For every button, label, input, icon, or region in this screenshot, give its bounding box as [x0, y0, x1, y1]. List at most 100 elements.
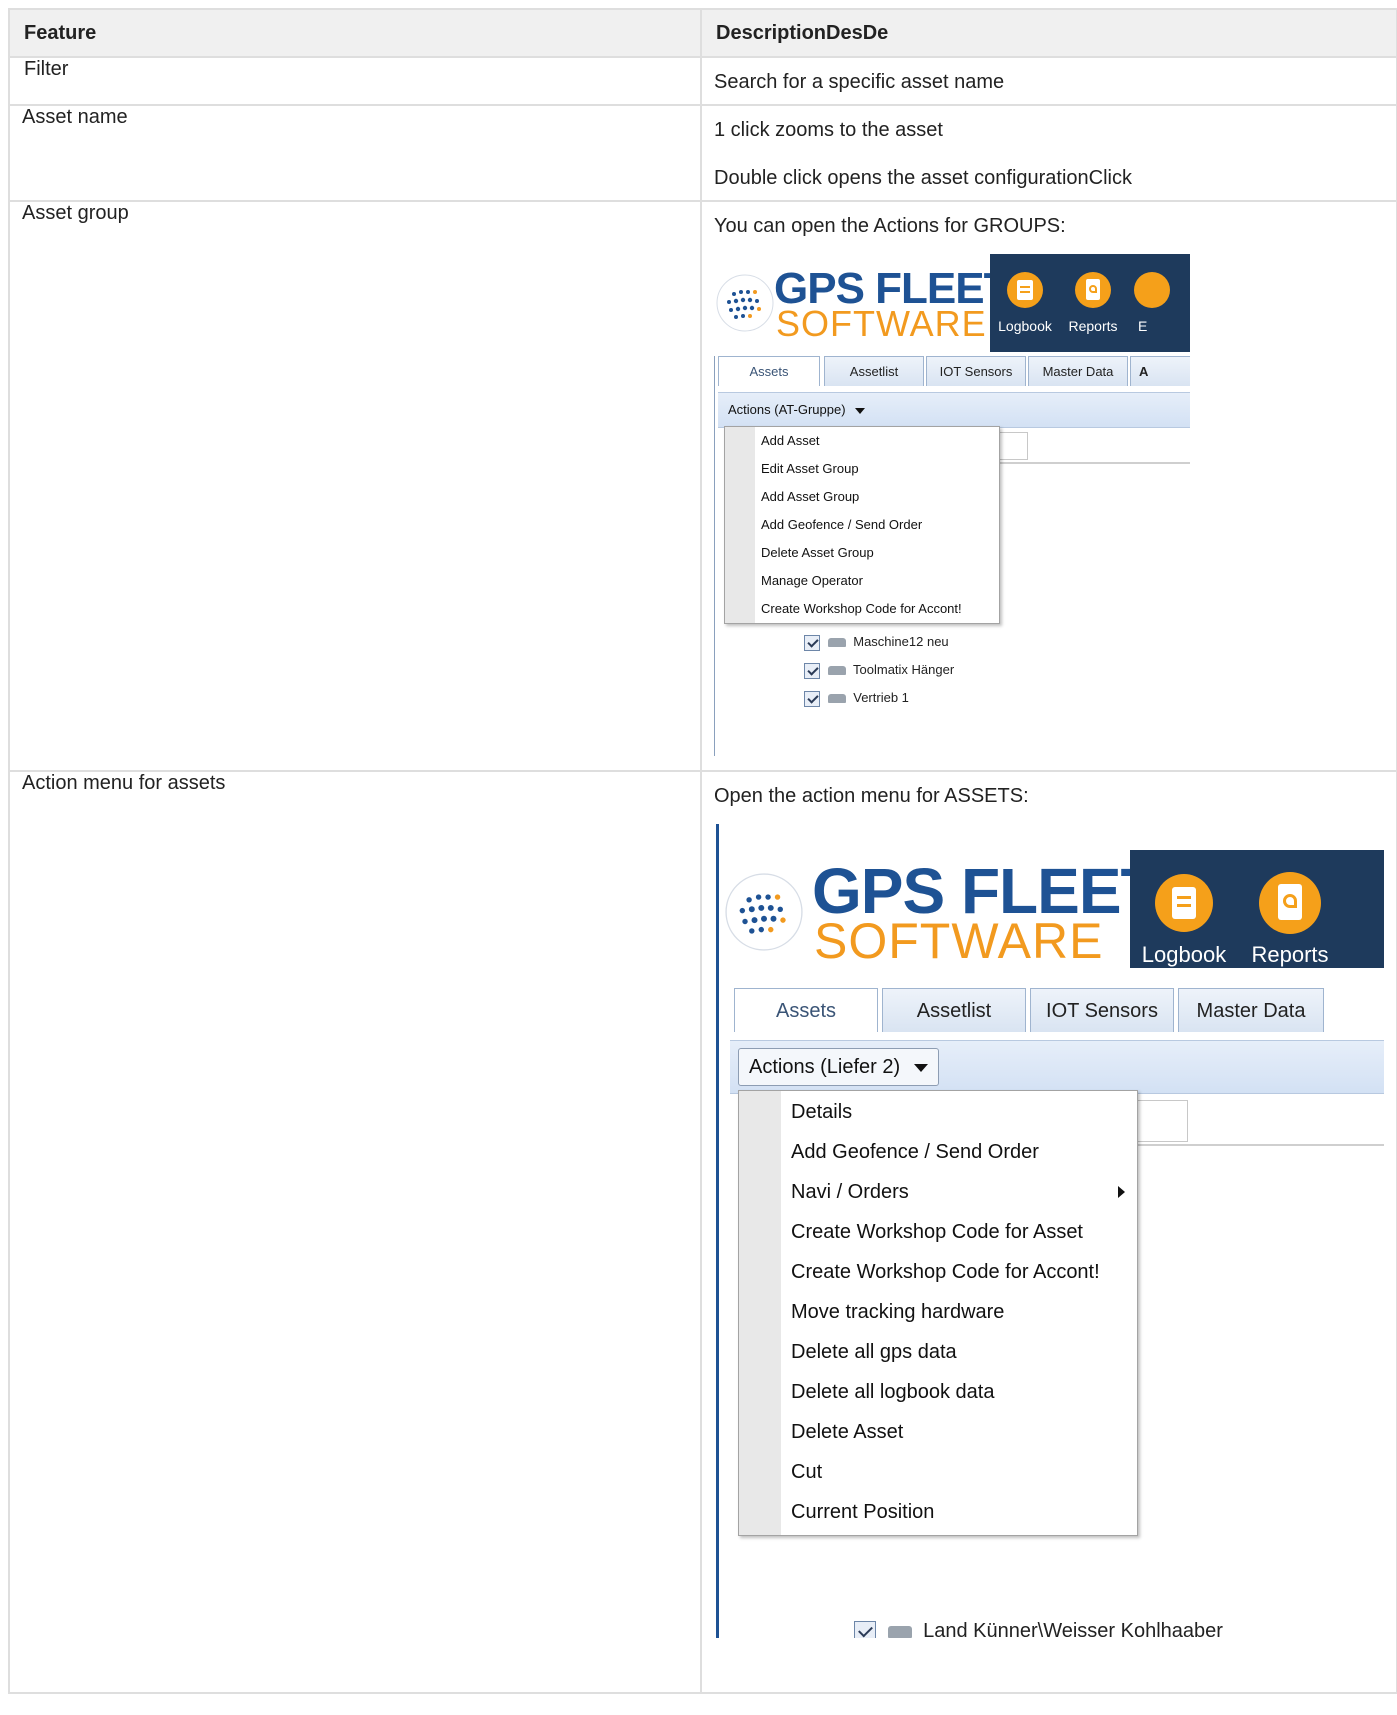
dropdown-arrow-icon: [913, 1063, 928, 1072]
tab-assetlist[interactable]: Assetlist: [882, 988, 1026, 1032]
menu-item-delete-asset[interactable]: Delete Asset: [791, 1421, 903, 1444]
menu-item-edit-asset-group[interactable]: Edit Asset Group: [761, 461, 859, 476]
actions-dropdown-button[interactable]: Actions (Liefer 2): [738, 1048, 939, 1086]
reports-label: Reports: [1251, 942, 1329, 967]
logo-software: SOFTWARE: [814, 913, 1104, 969]
table-row: Action menu for assets Open the action m…: [8, 770, 1397, 1694]
submenu-arrow-icon: [1118, 1186, 1125, 1198]
description-cell: 1 click zooms to the asset Double click …: [700, 104, 1397, 202]
globe-logo-icon: [725, 873, 803, 951]
actions-label: Actions (AT-Gruppe): [728, 402, 846, 417]
car-icon: [827, 638, 846, 648]
tree-item-label: Maschine12 neu: [853, 634, 949, 649]
menu-item-create-workshop-code-account[interactable]: Create Workshop Code for Accont!: [791, 1261, 1100, 1284]
menu-item-add-geofence[interactable]: Add Geofence / Send Order: [761, 517, 922, 532]
tree-item[interactable]: Toolmatix Hänger: [804, 662, 954, 679]
column-header-description: DescriptionDesDe: [700, 8, 1397, 58]
checkbox-icon[interactable]: [804, 690, 820, 707]
menu-item-add-asset-group[interactable]: Add Asset Group: [761, 489, 859, 504]
top-navbar: Logbook Reports: [1130, 850, 1384, 968]
menu-item-cut[interactable]: Cut: [791, 1461, 822, 1484]
actions-label: Actions (Liefer 2): [749, 1056, 901, 1078]
screenshot-asset-group-actions: GPS FLEET SOFTWARE Logbook Reports E Ass…: [714, 254, 1190, 756]
top-navbar: Logbook Reports E: [990, 254, 1190, 352]
car-icon: [827, 694, 846, 704]
tab-iot-sensors[interactable]: IOT Sensors: [1030, 988, 1174, 1032]
screenshot-left-border: [716, 824, 719, 1638]
description-text: You can open the Actions for GROUPS:: [714, 215, 1066, 237]
tree-item-label: Toolmatix Hänger: [853, 662, 955, 677]
menu-item-manage-operator[interactable]: Manage Operator: [761, 573, 863, 588]
menu-item-create-workshop-code-asset[interactable]: Create Workshop Code for Asset: [791, 1221, 1083, 1244]
table-row: Filter Search for a specific asset name: [8, 56, 1397, 106]
logbook-nav-button[interactable]: Logbook: [1134, 874, 1234, 968]
menu-item-add-geofence[interactable]: Add Geofence / Send Order: [791, 1141, 1039, 1164]
checkbox-icon[interactable]: [804, 662, 820, 679]
menu-gutter: [725, 427, 755, 623]
group-actions-menu: Add Asset Edit Asset Group Add Asset Gro…: [724, 426, 1000, 624]
reports-label: Reports: [1068, 318, 1118, 334]
tab-assets[interactable]: Assets: [734, 988, 878, 1032]
table-header-row: Feature DescriptionDesDe: [8, 8, 1397, 58]
feature-label: Filter: [24, 58, 69, 80]
tab-assetlist[interactable]: Assetlist: [824, 356, 924, 386]
reports-nav-button[interactable]: Reports: [1240, 872, 1340, 968]
actions-dropdown-button[interactable]: Actions (AT-Gruppe): [728, 402, 866, 417]
menu-item-navi-orders[interactable]: Navi / Orders: [791, 1181, 1127, 1204]
tab-iot-sensors[interactable]: IOT Sensors: [926, 356, 1026, 386]
globe-logo-icon: [716, 274, 774, 332]
menu-item-delete-asset-group[interactable]: Delete Asset Group: [761, 545, 874, 560]
logbook-nav-button[interactable]: Logbook: [992, 272, 1058, 334]
feature-label: Action menu for assets: [22, 772, 226, 794]
description-text: Double click opens the asset configurati…: [714, 167, 1132, 189]
tree-item-label: Land Künner\Weisser Kohlhaaber: [923, 1620, 1223, 1638]
pdf-icon: [1134, 272, 1170, 308]
extra-nav-label: E: [1138, 318, 1148, 334]
table-row: Asset name 1 click zooms to the asset Do…: [8, 104, 1397, 202]
dropdown-arrow-icon: [855, 407, 866, 414]
tab-label: IOT Sensors: [939, 364, 1013, 379]
description-cell: You can open the Actions for GROUPS: GPS…: [700, 200, 1397, 772]
car-icon: [827, 666, 846, 676]
feature-cell: Asset name: [8, 104, 702, 202]
filter-input[interactable]: [1134, 1100, 1188, 1142]
tab-label: Assetlist: [916, 1000, 992, 1022]
menu-item-add-asset[interactable]: Add Asset: [761, 433, 820, 448]
cell-spacer: [714, 1652, 1384, 1692]
logo-software: SOFTWARE: [776, 303, 987, 344]
tree-item[interactable]: Maschine12 neu: [804, 634, 949, 651]
feature-cell: Action menu for assets: [8, 770, 702, 1694]
tab-assets[interactable]: Assets: [718, 356, 820, 386]
menu-item-delete-logbook-data[interactable]: Delete all logbook data: [791, 1381, 994, 1404]
divider: [1134, 1144, 1384, 1146]
menu-item-delete-gps-data[interactable]: Delete all gps data: [791, 1341, 957, 1364]
menu-item-details[interactable]: Details: [791, 1101, 852, 1124]
tab-more[interactable]: A: [1130, 356, 1190, 386]
extra-nav-button[interactable]: E: [1134, 272, 1190, 334]
description-text: 1 click zooms to the asset: [714, 119, 943, 141]
menu-gutter: [739, 1091, 781, 1535]
tab-master-data[interactable]: Master Data: [1178, 988, 1324, 1032]
tree-item[interactable]: Land Künner\Weisser Kohlhaaber: [854, 1620, 1223, 1638]
description-cell: Search for a specific asset name: [700, 56, 1397, 106]
feature-label: Asset group: [22, 202, 129, 224]
reports-nav-button[interactable]: Reports: [1062, 272, 1124, 334]
tab-label: Assets: [775, 1000, 837, 1022]
tab-label: A: [1139, 364, 1149, 379]
menu-item-label: Navi / Orders: [791, 1181, 909, 1203]
tree-item[interactable]: Vertrieb 1: [804, 690, 909, 707]
car-icon: [887, 1625, 912, 1638]
menu-item-create-workshop-code-account[interactable]: Create Workshop Code for Accont!: [761, 601, 962, 616]
tab-master-data[interactable]: Master Data: [1028, 356, 1128, 386]
book-icon: [1155, 874, 1213, 932]
logbook-label: Logbook: [1141, 942, 1227, 967]
menu-item-move-tracking-hardware[interactable]: Move tracking hardware: [791, 1301, 1004, 1324]
checkbox-icon[interactable]: [854, 1620, 876, 1638]
book-icon: [1007, 272, 1043, 308]
menu-item-current-position[interactable]: Current Position: [791, 1501, 934, 1524]
asset-actions-menu: Details Add Geofence / Send Order Navi /…: [738, 1090, 1138, 1536]
tab-label: Assetlist: [849, 364, 899, 379]
tab-label: IOT Sensors: [1046, 1000, 1158, 1022]
description-text: Search for a specific asset name: [714, 71, 1005, 93]
checkbox-icon[interactable]: [804, 634, 820, 651]
